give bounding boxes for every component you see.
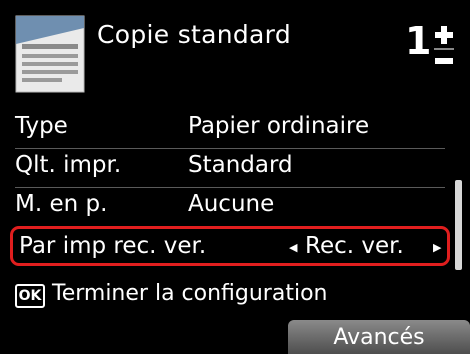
- row-divider: [15, 148, 445, 149]
- setting-label: M. en p.: [15, 191, 108, 217]
- setting-value: Aucune: [188, 191, 275, 217]
- setting-row-layout[interactable]: M. en p. Aucune: [15, 191, 445, 225]
- setting-value: Papier ordinaire: [188, 113, 370, 139]
- row-divider: [15, 187, 445, 188]
- copy-screen: Copie standard 1 Type Papier ordinaire Q…: [0, 0, 470, 354]
- scrollbar[interactable]: [455, 180, 462, 270]
- setting-label: Type: [15, 113, 68, 139]
- header: Copie standard 1: [0, 0, 470, 106]
- advanced-button[interactable]: Avancés: [288, 320, 470, 354]
- document-icon: [15, 15, 85, 93]
- copy-count: 1: [405, 19, 432, 63]
- setting-value: Rec. ver.: [305, 233, 404, 259]
- arrow-left-icon[interactable]: ◀: [289, 241, 297, 254]
- plus-minus-icon[interactable]: [432, 24, 456, 72]
- ok-key-icon: OK: [15, 284, 45, 308]
- arrow-right-icon[interactable]: ▶: [433, 241, 441, 254]
- ok-hint-text: Terminer la configuration: [52, 281, 328, 306]
- page-title: Copie standard: [97, 20, 291, 49]
- setting-value: Standard: [188, 152, 293, 178]
- setting-row-type[interactable]: Type Papier ordinaire: [15, 113, 445, 147]
- setting-label: Par imp rec. ver.: [19, 233, 207, 259]
- setting-label: Qlt. impr.: [15, 152, 122, 178]
- setting-row-quality[interactable]: Qlt. impr. Standard: [15, 152, 445, 186]
- setting-row-two-sided[interactable]: Par imp rec. ver. ◀ Rec. ver. ▶: [10, 226, 450, 266]
